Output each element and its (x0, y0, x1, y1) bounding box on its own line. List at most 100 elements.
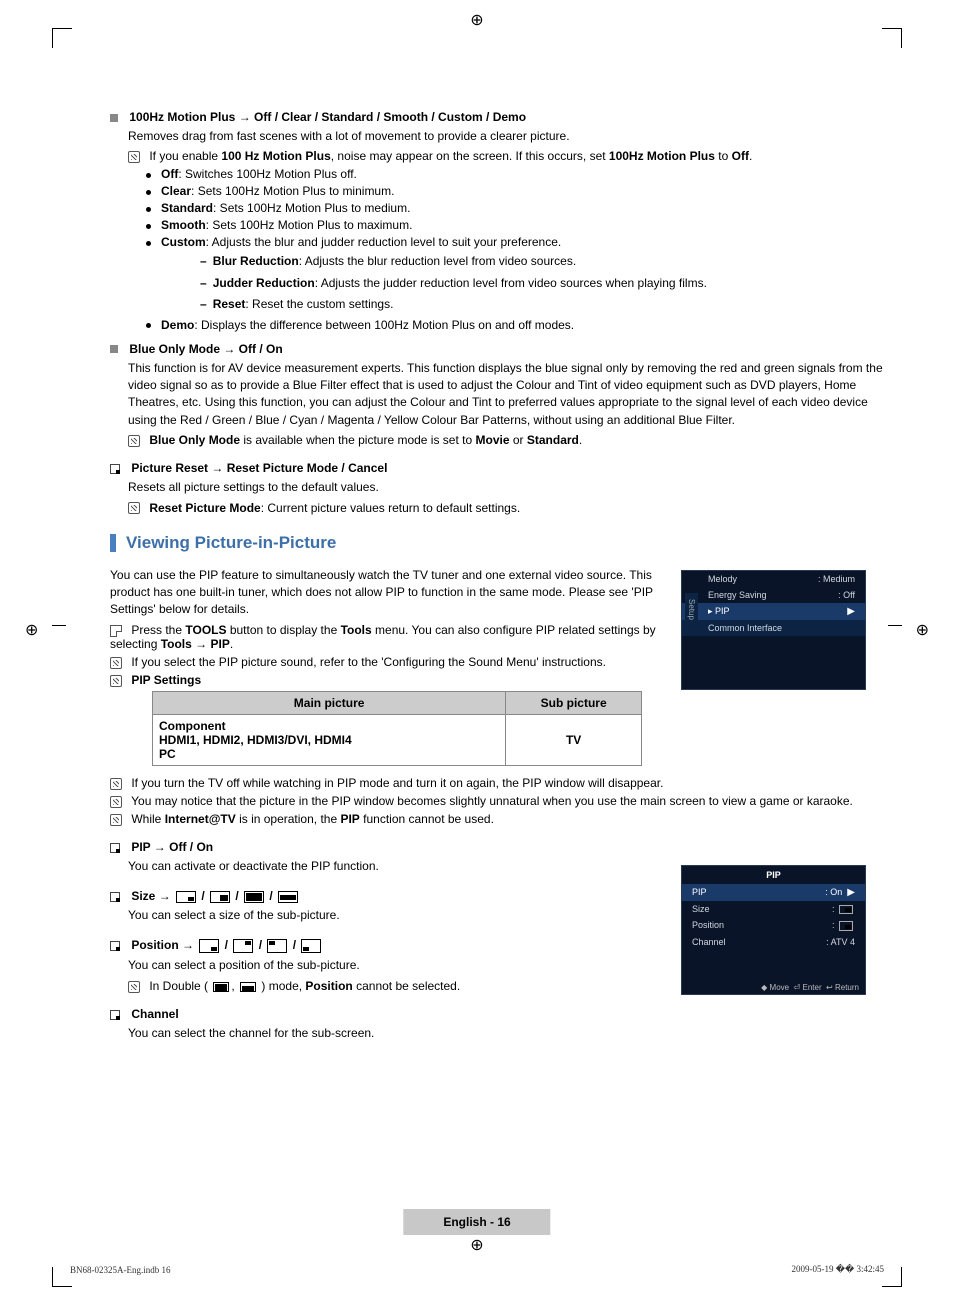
osd-pip-menu: PIP PIP: On ▶ Size: Position: Channel: A… (681, 865, 866, 995)
bullet-line: Off: Switches 100Hz Motion Plus off. (128, 167, 884, 181)
registration-mark-right: ⊕ (916, 620, 929, 640)
bullet-line: Custom: Adjusts the blur and judder redu… (128, 235, 884, 249)
osd-tab-label: Setup (685, 593, 698, 626)
osd-footer: ◆ Move ⏎ Enter ↩ Return (761, 983, 859, 992)
heading-blue-only: Blue Only Mode → Off / On (110, 342, 884, 356)
note-line: While Internet@TV is in operation, the P… (110, 812, 884, 826)
bullet-icon (146, 173, 151, 178)
registration-mark-top: ⊕ (470, 10, 483, 30)
bullet-icon (146, 190, 151, 195)
size-double2-icon (240, 982, 256, 992)
crop-mark (882, 1267, 902, 1287)
note-line: PIP Settings (110, 673, 664, 687)
body-text: You can select the channel for the sub-s… (128, 1025, 884, 1042)
bullet-icon (146, 241, 151, 246)
section-heading-pip: Viewing Picture-in-Picture (110, 533, 884, 553)
osd-row-melody: Melody: Medium (682, 571, 865, 587)
size-double2-icon (278, 891, 298, 903)
outline-square-icon (110, 843, 120, 853)
blue-bar-icon (110, 534, 116, 552)
footer-timestamp: 2009-05-19 �� 3:42:45 (792, 1264, 884, 1275)
note-icon (110, 675, 122, 687)
osd-row-pip: ▸ PIP▶ (682, 603, 865, 620)
body-text: You can use the PIP feature to simultane… (110, 567, 664, 619)
registration-mark-bottom: ⊕ (470, 1235, 483, 1255)
heading-text: Picture Reset → Reset Picture Mode / Can… (131, 461, 387, 475)
crop-mark (52, 1267, 72, 1287)
note-icon (110, 814, 122, 826)
bullet-icon (146, 207, 151, 212)
heading-picture-reset: Picture Reset → Reset Picture Mode / Can… (110, 461, 884, 475)
position-tl-icon (267, 939, 287, 953)
bullet-line: Clear: Sets 100Hz Motion Plus to minimum… (128, 184, 884, 198)
heading-text: Blue Only Mode → Off / On (129, 342, 282, 356)
pip-settings-table: Main picture Sub picture Component HDMI1… (152, 691, 642, 766)
osd-row-energy-saving: Energy Saving: Off (682, 587, 865, 603)
table-header-main: Main picture (153, 691, 506, 714)
body-text: Resets all picture settings to the defau… (128, 479, 884, 496)
osd-title: PIP (682, 866, 865, 884)
note-line: You may notice that the picture in the P… (110, 794, 884, 808)
bullet-icon (146, 323, 151, 328)
outline-square-icon (110, 892, 120, 902)
bullet-line: Standard: Sets 100Hz Motion Plus to medi… (128, 201, 884, 215)
table-cell-main: Component HDMI1, HDMI2, HDMI3/DVI, HDMI4… (153, 714, 506, 765)
heading-options: Off / Clear / Standard / Smooth / Custom… (254, 110, 526, 124)
sub-bullet-line: –Blur Reduction: Adjusts the blur reduct… (164, 253, 884, 270)
heading-channel: Channel (110, 1007, 884, 1021)
table-cell-sub: TV (506, 714, 642, 765)
footer-filename: BN68-02325A-Eng.indb 16 (70, 1265, 171, 1275)
position-tr-icon (233, 939, 253, 953)
size-double1-icon (244, 891, 264, 903)
crop-mark (882, 28, 902, 48)
size-small-icon (176, 891, 196, 903)
tools-line: Press the TOOLS button to display the To… (110, 623, 664, 651)
size-medium-icon (210, 891, 230, 903)
square-bullet-icon (110, 114, 118, 122)
osd-row-size: Size: (682, 901, 865, 917)
sub-bullet-line: –Judder Reduction: Adjusts the judder re… (164, 275, 884, 292)
page-number-badge: English - 16 (403, 1209, 550, 1235)
note-icon (128, 981, 140, 993)
square-bullet-icon (110, 345, 118, 353)
bullet-icon (146, 224, 151, 229)
osd-row-position: Position: (682, 917, 865, 934)
heading-motion-plus: 100Hz Motion Plus → Off / Clear / Standa… (110, 110, 884, 124)
crop-mark (52, 28, 72, 48)
note-line: Blue Only Mode is available when the pic… (128, 433, 884, 447)
osd-row-pip: PIP: On ▶ (682, 884, 865, 901)
sub-bullet-line: –Reset: Reset the custom settings. (164, 296, 884, 313)
registration-mark-left: ⊕ (25, 620, 38, 640)
note-icon (110, 796, 122, 808)
note-icon (128, 502, 140, 514)
tools-icon (110, 625, 122, 637)
table-header-sub: Sub picture (506, 691, 642, 714)
body-text: This function is for AV device measureme… (128, 360, 884, 430)
note-icon (128, 151, 140, 163)
note-icon (110, 657, 122, 669)
heading-pip-onoff: PIP → Off / On (110, 840, 884, 854)
crop-mark (888, 625, 902, 626)
position-bl-icon (301, 939, 321, 953)
bullet-line: Smooth: Sets 100Hz Motion Plus to maximu… (128, 218, 884, 232)
position-br-icon (199, 939, 219, 953)
note-line: If you select the PIP picture sound, ref… (110, 655, 664, 669)
osd-setup-menu: Setup Melody: Medium Energy Saving: Off … (681, 570, 866, 690)
osd-row-common-interface: Common Interface (682, 620, 865, 636)
body-text: Removes drag from fast scenes with a lot… (128, 128, 884, 145)
outline-square-icon (110, 464, 120, 474)
outline-square-icon (110, 1010, 120, 1020)
note-icon (128, 435, 140, 447)
crop-mark (52, 625, 66, 626)
osd-row-channel: Channel: ATV 4 (682, 934, 865, 950)
note-line: Reset Picture Mode: Current picture valu… (128, 501, 884, 515)
bullet-line: Demo: Displays the difference between 10… (128, 318, 884, 332)
heading-text: 100Hz Motion Plus → (129, 110, 254, 124)
note-line: If you enable 100 Hz Motion Plus, noise … (128, 149, 884, 163)
size-double1-icon (213, 982, 229, 992)
size-small-icon (839, 905, 853, 914)
position-br-icon (839, 921, 853, 931)
outline-square-icon (110, 941, 120, 951)
note-line: If you turn the TV off while watching in… (110, 776, 884, 790)
note-icon (110, 778, 122, 790)
